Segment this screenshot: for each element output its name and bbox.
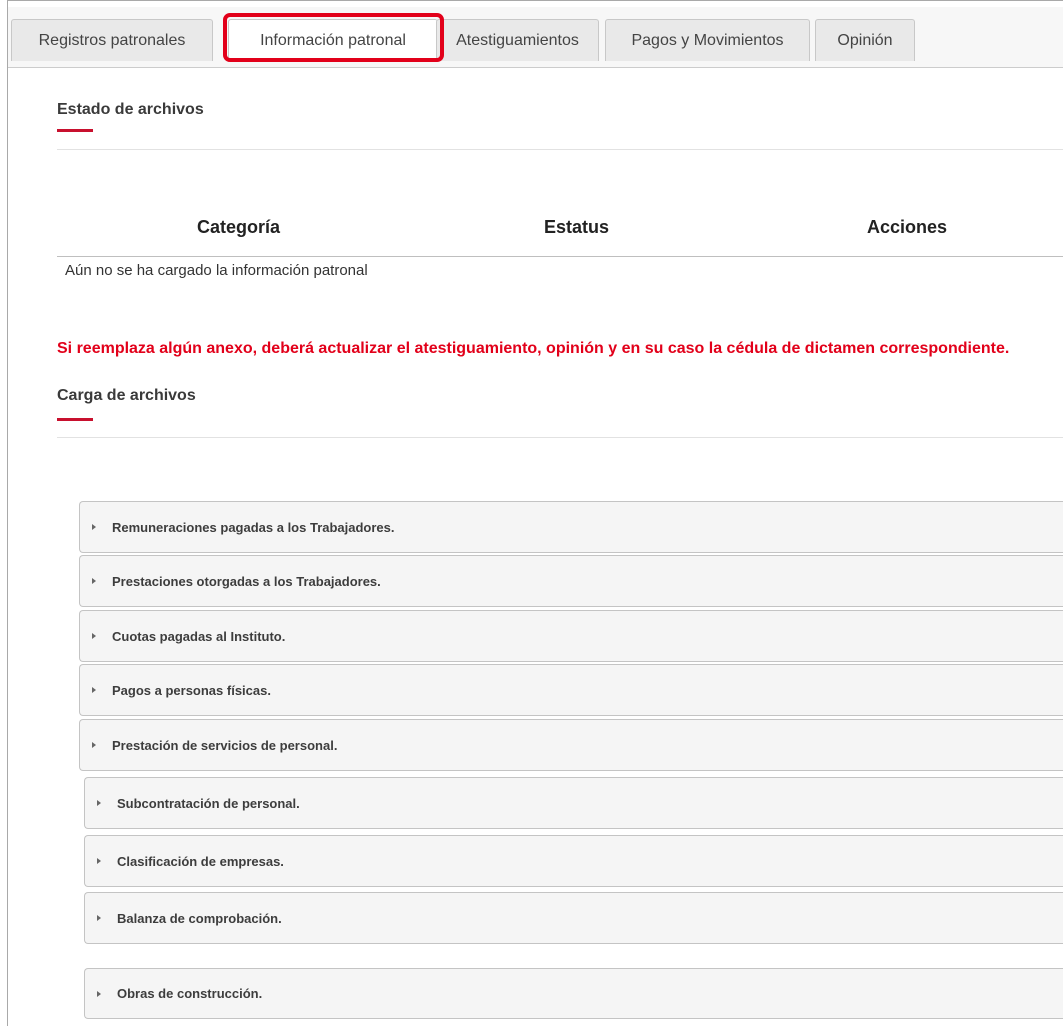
- tab-bar: Registros patronales Información patrona…: [8, 7, 1063, 68]
- status-section-underline: [57, 129, 93, 132]
- upload-section-divider: [57, 437, 1063, 438]
- caret-right-icon: [97, 800, 101, 806]
- status-section-title: Estado de archivos: [57, 101, 204, 118]
- accordion-item-label: Cuotas pagadas al Instituto.: [112, 628, 286, 644]
- column-header-categoria: Categoría: [197, 217, 281, 237]
- accordion-item-label: Balanza de comprobación.: [117, 910, 282, 926]
- caret-right-icon: [97, 858, 101, 864]
- tab-atestiguamientos[interactable]: Atestiguamientos: [436, 19, 599, 61]
- tab-opinion[interactable]: Opinión: [815, 19, 915, 61]
- empty-table-message: Aún no se ha cargado la información patr…: [65, 262, 368, 279]
- accordion-item-cuotas[interactable]: Cuotas pagadas al Instituto.: [79, 610, 1063, 662]
- column-header-estatus: Estatus: [544, 217, 610, 237]
- tab-registros-patronales[interactable]: Registros patronales: [11, 19, 213, 61]
- accordion-item-obras-construccion[interactable]: Obras de construcción.: [84, 968, 1063, 1019]
- caret-right-icon: [92, 524, 96, 530]
- caret-right-icon: [92, 578, 96, 584]
- replacement-warning: Si reemplaza algún anexo, deberá actuali…: [57, 340, 1010, 357]
- accordion-item-label: Prestación de servicios de personal.: [112, 737, 338, 753]
- tab-informacion-patronal[interactable]: Información patronal: [228, 19, 438, 62]
- accordion-item-pagos-personas-fisicas[interactable]: Pagos a personas físicas.: [79, 664, 1063, 716]
- accordion-item-prestaciones[interactable]: Prestaciones otorgadas a los Trabajadore…: [79, 555, 1063, 607]
- accordion-item-label: Subcontratación de personal.: [117, 795, 300, 811]
- accordion-item-subcontratacion[interactable]: Subcontratación de personal.: [84, 777, 1063, 829]
- caret-right-icon: [97, 990, 101, 997]
- app-frame: Registros patronales Información patrona…: [7, 0, 1063, 1026]
- accordion-item-remuneraciones[interactable]: Remuneraciones pagadas a los Trabajadore…: [79, 501, 1063, 553]
- table-header-divider: [57, 256, 1063, 257]
- column-header-acciones: Acciones: [867, 217, 948, 237]
- caret-right-icon: [92, 687, 96, 693]
- accordion-item-label: Pagos a personas físicas.: [112, 682, 271, 698]
- accordion-item-prestacion-servicios[interactable]: Prestación de servicios de personal.: [79, 719, 1063, 771]
- accordion-item-label: Obras de construcción.: [117, 986, 263, 1001]
- accordion-item-label: Clasificación de empresas.: [117, 853, 284, 869]
- caret-right-icon: [92, 742, 96, 748]
- accordion-item-clasificacion-empresas[interactable]: Clasificación de empresas.: [84, 835, 1063, 887]
- upload-section-title: Carga de archivos: [57, 387, 196, 404]
- accordion-item-label: Prestaciones otorgadas a los Trabajadore…: [112, 573, 381, 589]
- tab-pagos-y-movimientos[interactable]: Pagos y Movimientos: [605, 19, 810, 61]
- upload-section-underline: [57, 418, 93, 421]
- accordion-item-label: Remuneraciones pagadas a los Trabajadore…: [112, 519, 395, 535]
- caret-right-icon: [92, 633, 96, 639]
- accordion-item-balanza-comprobacion[interactable]: Balanza de comprobación.: [84, 892, 1063, 944]
- status-section-divider: [57, 149, 1063, 150]
- caret-right-icon: [97, 915, 101, 921]
